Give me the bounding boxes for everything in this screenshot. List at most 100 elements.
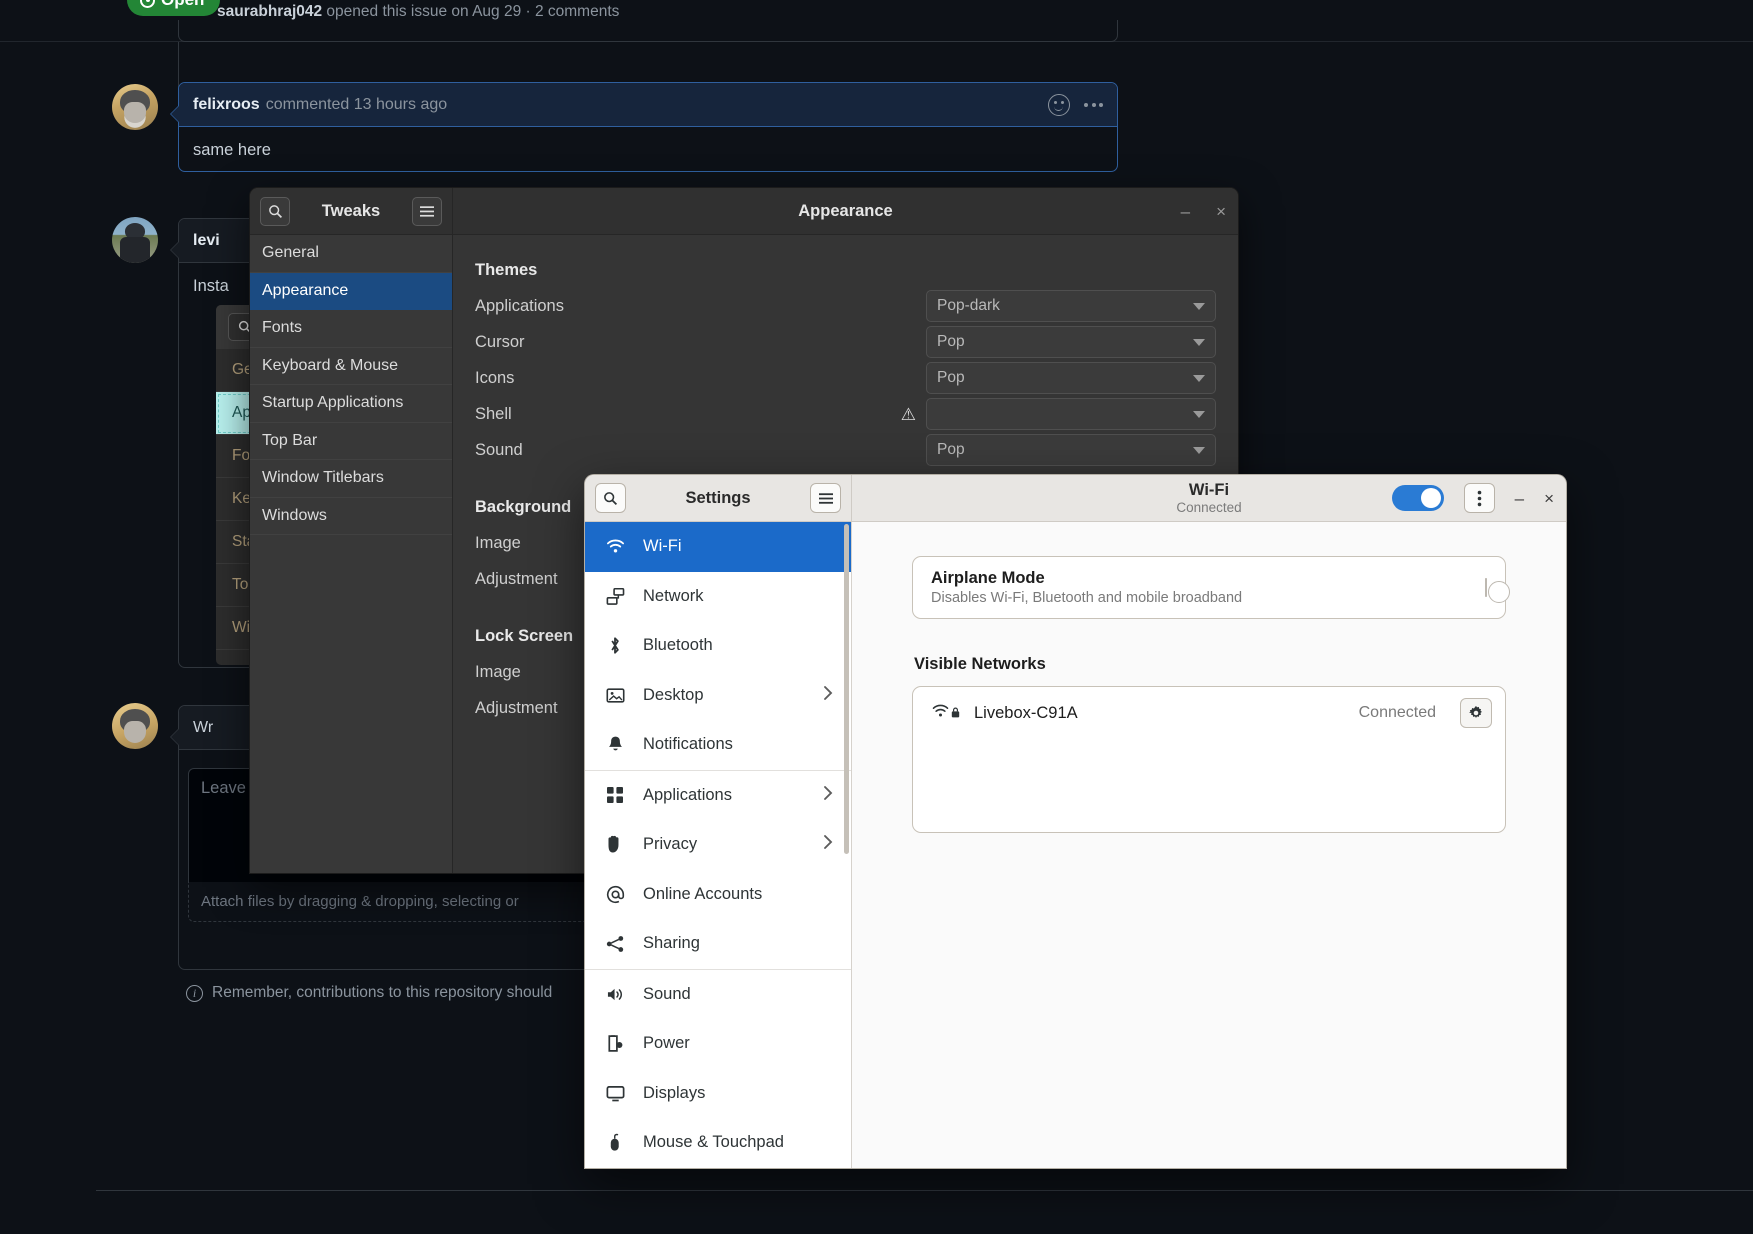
close-button[interactable]: × — [1216, 203, 1226, 220]
bell-icon — [605, 735, 625, 754]
applications-theme-select[interactable]: Pop-dark — [926, 290, 1216, 322]
network-row[interactable]: Livebox-C91A Connected — [913, 687, 1505, 739]
row-shell-theme: Shell ⚠ — [475, 396, 1216, 432]
desktop-image-icon — [605, 687, 625, 704]
sidebar-item-label: Privacy — [643, 835, 698, 854]
sidebar-item-sharing[interactable]: Sharing — [585, 919, 851, 969]
sidebar-item-label: Displays — [643, 1083, 706, 1102]
row-label: Icons — [475, 368, 515, 387]
minimize-button[interactable]: – — [1181, 203, 1190, 220]
row-label: Sound — [475, 440, 523, 459]
sidebar-item-displays[interactable]: Displays — [585, 1069, 851, 1119]
chevron-right-icon — [823, 785, 833, 806]
chevron-right-icon — [823, 685, 833, 706]
sidebar-item-wifi[interactable]: Wi-Fi — [585, 522, 851, 572]
sound-theme-select[interactable]: Pop — [926, 434, 1216, 466]
sidebar-item-notifications[interactable]: Notifications — [585, 720, 851, 770]
sidebar-item-label: Power — [643, 1034, 690, 1053]
icons-theme-select[interactable]: Pop — [926, 362, 1216, 394]
search-icon[interactable] — [260, 196, 290, 226]
sidebar-item-window-titlebars[interactable]: Window Titlebars — [250, 460, 452, 498]
sidebar-item-label: Bluetooth — [643, 636, 713, 655]
gnome-settings-window[interactable]: Settings Wi-Fi Connected – × Wi-Fi Netwo… — [585, 475, 1566, 1168]
settings-sidebar: Wi-Fi Network Bluetooth Desktop Notifica… — [585, 522, 852, 1168]
settings-main-panel: Airplane Mode Disables Wi-Fi, Bluetooth … — [852, 522, 1566, 1168]
hand-icon — [605, 835, 625, 854]
airplane-mode-description: Disables Wi-Fi, Bluetooth and mobile bro… — [931, 590, 1243, 606]
share-icon — [605, 935, 625, 953]
shell-theme-select[interactable] — [926, 398, 1216, 430]
comment-felixroos: felixroos commented 13 hours ago same he… — [170, 82, 1118, 172]
sidebar-item-general[interactable]: General — [250, 235, 452, 273]
cursor-theme-select[interactable]: Pop — [926, 326, 1216, 358]
row-icons-theme: Icons Pop — [475, 360, 1216, 396]
issue-body-stub — [178, 20, 1118, 42]
sidebar-item-bluetooth[interactable]: Bluetooth — [585, 621, 851, 671]
sidebar-item-network[interactable]: Network — [585, 572, 851, 622]
row-label: Adjustment — [475, 569, 558, 588]
wifi-toggle[interactable] — [1391, 485, 1444, 511]
contribution-note: i Remember, contributions to this reposi… — [186, 984, 552, 1002]
sidebar-item-top-bar[interactable]: Top Bar — [250, 423, 452, 460]
comment-author[interactable]: levi — [193, 232, 220, 250]
sidebar-item-label: Network — [643, 586, 704, 605]
sidebar-item-fonts[interactable]: Fonts — [250, 310, 452, 348]
visible-networks-list: Livebox-C91A Connected — [912, 686, 1506, 833]
sidebar-item-desktop[interactable]: Desktop — [585, 671, 851, 721]
network-name: Livebox-C91A — [974, 703, 1078, 722]
search-icon[interactable] — [595, 483, 626, 513]
info-icon: i — [186, 984, 203, 1002]
sidebar-item-applications[interactable]: Applications — [585, 771, 851, 821]
comment-author[interactable]: felixroos — [193, 96, 260, 114]
select-value: Pop — [937, 333, 965, 350]
sidebar-item-privacy[interactable]: Privacy — [585, 820, 851, 870]
write-tab-label: Wr — [193, 718, 214, 736]
monitor-icon — [605, 1085, 625, 1102]
avatar[interactable] — [112, 217, 158, 263]
comment-more-icon[interactable] — [1084, 102, 1103, 107]
sidebar-item-keyboard-mouse[interactable]: Keyboard & Mouse — [250, 348, 452, 385]
sidebar-item-label: Wi-Fi — [643, 537, 682, 556]
issue-meta: saurabhraj042 opened this issue on Aug 2… — [217, 3, 619, 21]
sidebar-item-label: Desktop — [643, 685, 704, 704]
sidebar-item-label: Sound — [643, 984, 691, 1003]
avatar[interactable] — [112, 84, 158, 130]
select-value: Pop — [937, 369, 965, 386]
close-button[interactable]: × — [1544, 490, 1554, 507]
row-label: Shell — [475, 404, 512, 423]
grid-apps-icon — [605, 786, 625, 804]
comment-header: felixroos commented 13 hours ago — [179, 83, 1117, 127]
row-label: Cursor — [475, 332, 525, 351]
sidebar-item-mouse-touchpad[interactable]: Mouse & Touchpad — [585, 1118, 851, 1168]
gear-icon[interactable] — [1460, 698, 1492, 728]
sidebar-item-appearance[interactable]: Appearance — [250, 272, 452, 310]
comment-arrow-fill — [171, 241, 180, 259]
divider-bottom — [96, 1190, 1753, 1191]
battery-icon — [605, 1034, 625, 1053]
sidebar-item-sound[interactable]: Sound — [585, 970, 851, 1020]
sidebar-scrollbar[interactable] — [844, 524, 849, 854]
status-badge: Open — [127, 0, 221, 16]
tweaks-title: Tweaks — [321, 201, 381, 220]
sidebar-item-label: Online Accounts — [643, 884, 763, 903]
hamburger-menu-icon[interactable] — [412, 196, 442, 226]
tweaks-headerbar: Tweaks Appearance – × — [250, 188, 1238, 235]
bluetooth-icon — [605, 636, 625, 655]
issue-author[interactable]: saurabhraj042 — [217, 3, 322, 20]
visible-networks-title: Visible Networks — [914, 655, 1046, 673]
row-label: Image — [475, 662, 521, 681]
sidebar-item-startup-applications[interactable]: Startup Applications — [250, 385, 452, 423]
sidebar-item-windows[interactable]: Windows — [250, 498, 452, 535]
sidebar-item-online-accounts[interactable]: Online Accounts — [585, 870, 851, 920]
add-reaction-icon[interactable] — [1048, 93, 1070, 116]
hamburger-menu-icon[interactable] — [810, 483, 841, 513]
row-label: Image — [475, 533, 521, 552]
comment-timestamp: commented 13 hours ago — [265, 95, 448, 113]
airplane-mode-toggle[interactable] — [1485, 577, 1487, 597]
minimize-button[interactable]: – — [1515, 490, 1524, 507]
sidebar-item-power[interactable]: Power — [585, 1019, 851, 1069]
row-label: Adjustment — [475, 698, 558, 717]
vertical-dots-icon[interactable] — [1463, 483, 1495, 513]
contribution-note-label: Remember, contributions to this reposito… — [212, 984, 553, 1001]
avatar[interactable] — [112, 703, 158, 749]
